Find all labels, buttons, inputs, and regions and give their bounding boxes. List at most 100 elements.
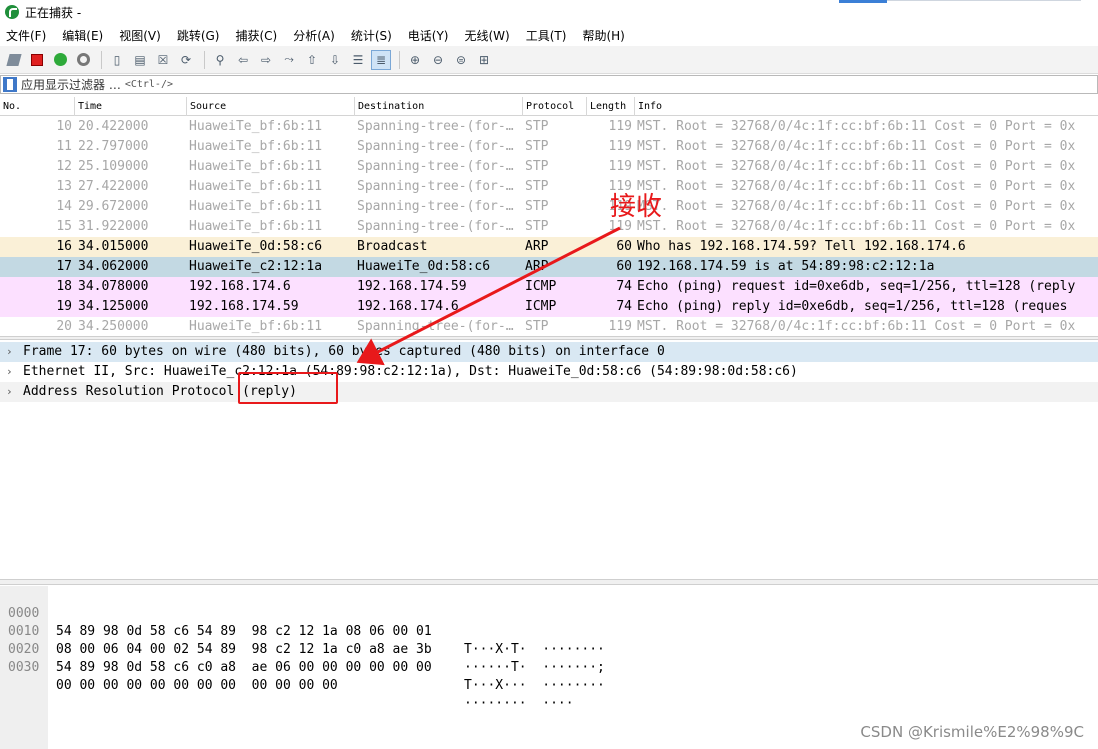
expand-arrow-icon[interactable]: › <box>6 362 13 382</box>
menu-statistics[interactable]: 统计(S) <box>351 27 392 44</box>
packet-protocol: STP <box>525 139 549 154</box>
packet-row[interactable]: 10 20.422000 HuaweiTe_bf:6b:11 Spanning-… <box>0 117 1098 137</box>
annotation-highlight-box <box>238 372 338 404</box>
display-filter-bar[interactable]: 应用显示过滤器 … <Ctrl-/> <box>0 75 1098 94</box>
packet-no: 14 <box>56 199 72 214</box>
column-no[interactable]: No. <box>0 97 74 116</box>
bytes-row[interactable]: 0010 08 00 06 04 00 02 54 89 98 c2 12 1a… <box>0 605 605 675</box>
auto-scroll-icon[interactable]: ☰ <box>348 50 368 70</box>
expand-arrow-icon[interactable]: › <box>6 382 13 402</box>
wireshark-app-icon <box>5 5 19 19</box>
packet-source: 192.168.174.59 <box>189 299 299 314</box>
packet-no: 11 <box>56 139 72 154</box>
packet-info: Echo (ping) reply id=0xe6db, seq=1/256, … <box>637 299 1068 314</box>
column-info[interactable]: Info <box>634 97 1098 116</box>
restart-capture-icon[interactable] <box>50 50 70 70</box>
packet-row[interactable]: 15 31.922000 HuaweiTe_bf:6b:11 Spanning-… <box>0 217 1098 237</box>
packet-source: HuaweiTe_bf:6b:11 <box>189 219 323 234</box>
menu-analyze[interactable]: 分析(A) <box>293 27 335 44</box>
bytes-ascii: ······T· ·······; <box>464 660 605 675</box>
zoom-out-icon[interactable]: ⊖ <box>428 50 448 70</box>
menu-file[interactable]: 文件(F) <box>6 27 46 44</box>
zoom-in-icon[interactable]: ⊕ <box>405 50 425 70</box>
packet-row[interactable]: 13 27.422000 HuaweiTe_bf:6b:11 Spanning-… <box>0 177 1098 197</box>
normal-size-icon[interactable]: ⊜ <box>451 50 471 70</box>
menu-view[interactable]: 视图(V) <box>119 27 161 44</box>
packet-row[interactable]: 18 34.078000 192.168.174.6 192.168.174.5… <box>0 277 1098 297</box>
column-source[interactable]: Source <box>186 97 354 116</box>
pane-splitter[interactable] <box>0 579 1098 585</box>
packet-no: 20 <box>56 319 72 334</box>
title-bar-accent <box>839 0 887 3</box>
packet-time: 34.250000 <box>78 319 149 334</box>
bytes-row[interactable]: 0030 00 00 00 00 00 00 00 00 00 00 00 00… <box>0 641 574 711</box>
menu-capture[interactable]: 捕获(C) <box>235 27 277 44</box>
packet-no: 13 <box>56 179 72 194</box>
open-file-icon[interactable]: ▯ <box>107 50 127 70</box>
go-back-icon[interactable]: ⇦ <box>233 50 253 70</box>
colorize-icon[interactable]: ≣ <box>371 49 391 70</box>
packet-info: MST. Root = 32768/0/4c:1f:cc:bf:6b:11 Co… <box>637 219 1076 234</box>
packet-no: 18 <box>56 279 72 294</box>
packet-protocol: STP <box>525 119 549 134</box>
bytes-ascii: T···X·T· ········ <box>464 642 605 657</box>
bytes-hex: 08 00 06 04 00 02 54 89 98 c2 12 1a c0 a… <box>56 642 432 657</box>
packet-row[interactable]: 19 34.125000 192.168.174.59 192.168.174.… <box>0 297 1098 317</box>
bytes-row[interactable]: 0000 54 89 98 0d 58 c6 54 89 98 c2 12 1a… <box>0 587 605 657</box>
packet-row[interactable]: 11 22.797000 HuaweiTe_bf:6b:11 Spanning-… <box>0 137 1098 157</box>
packet-info: Echo (ping) request id=0xe6db, seq=1/256… <box>637 279 1076 294</box>
packet-length: 60 <box>616 239 632 254</box>
column-length[interactable]: Length <box>586 97 634 116</box>
detail-tree-item-arp[interactable]: › Address Resolution Protocol (reply) <box>0 382 1098 402</box>
menu-tools[interactable]: 工具(T) <box>526 27 567 44</box>
close-file-icon[interactable]: ☒ <box>153 50 173 70</box>
resize-columns-icon[interactable]: ⊞ <box>474 50 494 70</box>
packet-protocol: ICMP <box>525 299 557 314</box>
bytes-row[interactable]: 0020 54 89 98 0d 58 c6 c0 a8 ae 06 00 00… <box>0 623 605 693</box>
find-packet-icon[interactable]: ⚲ <box>210 50 230 70</box>
packet-row-selected[interactable]: 17 34.062000 HuaweiTe_c2:12:1a HuaweiTe_… <box>0 257 1098 277</box>
packet-destination: Spanning-tree-(for-… <box>357 139 514 154</box>
display-filter-input[interactable]: 应用显示过滤器 … <box>21 76 121 93</box>
packet-destination: Spanning-tree-(for-… <box>357 159 514 174</box>
go-to-packet-icon[interactable]: ⤳ <box>279 50 299 70</box>
column-time[interactable]: Time <box>74 97 186 116</box>
packet-row[interactable]: 16 34.015000 HuaweiTe_0d:58:c6 Broadcast… <box>0 237 1098 257</box>
annotation-label: 接收 <box>610 192 663 222</box>
packet-protocol: STP <box>525 159 549 174</box>
go-forward-icon[interactable]: ⇨ <box>256 50 276 70</box>
packet-destination: Spanning-tree-(for-… <box>357 199 514 214</box>
go-first-icon[interactable]: ⇧ <box>302 50 322 70</box>
menu-help[interactable]: 帮助(H) <box>582 27 624 44</box>
capture-options-icon[interactable] <box>73 50 93 70</box>
packet-no: 15 <box>56 219 72 234</box>
pane-splitter[interactable] <box>0 336 1098 340</box>
menu-bar: 文件(F) 编辑(E) 视图(V) 跳转(G) 捕获(C) 分析(A) 统计(S… <box>0 24 1098 46</box>
packet-info: MST. Root = 32768/0/4c:1f:cc:bf:6b:11 Co… <box>637 159 1076 174</box>
packet-time: 34.078000 <box>78 279 149 294</box>
packet-row[interactable]: 12 25.109000 HuaweiTe_bf:6b:11 Spanning-… <box>0 157 1098 177</box>
menu-telephony[interactable]: 电话(Y) <box>408 27 449 44</box>
menu-edit[interactable]: 编辑(E) <box>62 27 103 44</box>
go-last-icon[interactable]: ⇩ <box>325 50 345 70</box>
packet-source: HuaweiTe_bf:6b:11 <box>189 119 323 134</box>
menu-go[interactable]: 跳转(G) <box>177 27 220 44</box>
packet-row[interactable]: 14 29.672000 HuaweiTe_bf:6b:11 Spanning-… <box>0 197 1098 217</box>
packet-info: MST. Root = 32768/0/4c:1f:cc:bf:6b:11 Co… <box>637 199 1076 214</box>
reload-file-icon[interactable]: ⟳ <box>176 50 196 70</box>
shark-fin-icon[interactable] <box>4 50 24 70</box>
detail-tree-item-frame[interactable]: › Frame 17: 60 bytes on wire (480 bits),… <box>0 342 1098 362</box>
menu-wireless[interactable]: 无线(W) <box>465 27 510 44</box>
save-file-icon[interactable]: ▤ <box>130 50 150 70</box>
bookmark-filter-icon[interactable] <box>3 77 17 92</box>
stop-capture-icon[interactable] <box>27 50 47 70</box>
packet-length: 119 <box>608 319 632 334</box>
column-destination[interactable]: Destination <box>354 97 522 116</box>
toolbar-separator <box>101 50 102 69</box>
column-protocol[interactable]: Protocol <box>522 97 586 116</box>
packet-row[interactable]: 20 34.250000 HuaweiTe_bf:6b:11 Spanning-… <box>0 317 1098 337</box>
detail-tree-item-ethernet[interactable]: › Ethernet II, Src: HuaweiTe_c2:12:1a (5… <box>0 362 1098 382</box>
window-title: 正在捕获 - <box>25 5 82 20</box>
packet-protocol: STP <box>525 219 549 234</box>
expand-arrow-icon[interactable]: › <box>6 342 13 362</box>
